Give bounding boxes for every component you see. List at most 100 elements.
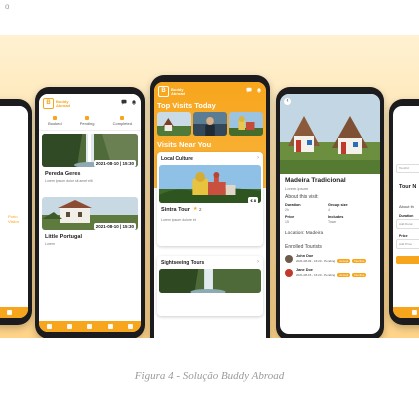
phone-create-tour-screen: Touchd Tour N About th Duration Add Dura… (393, 106, 419, 318)
nav-home-icon[interactable] (411, 310, 417, 315)
about-heading: About this visit: (285, 194, 319, 200)
pending-icon (85, 116, 90, 120)
accept-button[interactable]: Accept (337, 273, 351, 277)
phone-discover: B Buddy Abroad Top Visits Today Visits N… (150, 75, 270, 338)
price-input[interactable]: Add Price (396, 239, 419, 249)
completed-icon (120, 116, 125, 120)
price-value: 15 (285, 220, 289, 224)
card-description: Lorem (45, 242, 55, 246)
section-top-visits: Top Visits Today (157, 101, 216, 110)
brand-line-2: Abroad (171, 90, 185, 96)
nav-search-icon[interactable] (67, 324, 73, 329)
accept-button[interactable]: Accept (337, 259, 351, 263)
nav-settings-icon[interactable] (107, 324, 113, 329)
enrolled-heading: Enrolled Tourists (285, 244, 322, 250)
back-button[interactable]: ‹ (284, 98, 291, 105)
bell-icon[interactable] (256, 87, 262, 93)
tab-booked[interactable]: Booked (48, 116, 62, 130)
bottom-nav (39, 321, 141, 332)
card-title: Pereda Geres (45, 171, 81, 177)
category-chevron-icon[interactable]: › (257, 155, 259, 161)
section-near-you: Visits Near You (157, 140, 212, 149)
chat-icon[interactable] (246, 87, 252, 93)
phone-bookings-screen: B BuddyAbroad Booked Pending Completed (39, 94, 141, 332)
tour-title: Madeira Tradicional (285, 177, 346, 184)
tour-photo[interactable] (159, 269, 261, 293)
palace-image (229, 112, 263, 136)
duration-input[interactable]: Add Durat (396, 219, 419, 229)
booking-card[interactable]: 2021-08-10 | 15:30 Pereda Geres Lorem ip… (42, 134, 138, 194)
card-title: Little Portugal (45, 234, 82, 240)
sightseeing-card[interactable]: Sightseeing Tours › (157, 256, 263, 316)
duration-label: Duration (399, 214, 414, 218)
top-visit-photo[interactable] (229, 112, 263, 136)
tourist-row[interactable]: Jane Doe 2021-08-15 - 16:20 - Pending Acc… (285, 268, 376, 280)
tourist-name: John Doe (296, 254, 314, 258)
top-visit-photo[interactable] (157, 112, 191, 136)
star-icon: ★ (193, 206, 198, 212)
chat-icon[interactable] (121, 99, 127, 105)
avatar (285, 255, 293, 263)
bar-icons (121, 99, 137, 105)
tour-title: Sintra Tour (161, 207, 190, 213)
tour-rating: 2 (199, 207, 202, 212)
group-size-label: Group size (328, 203, 348, 207)
submit-button[interactable] (396, 256, 419, 264)
pena-palace-image (159, 165, 261, 203)
tourist-detail: 2021-08-09 - 16:20 - Pending Accept Declin… (296, 259, 367, 263)
tab-completed[interactable]: Completed (113, 116, 132, 130)
nav-calendar-icon[interactable] (87, 324, 93, 329)
top-visit-photo[interactable] (193, 112, 227, 136)
brand: B Buddy Abroad (158, 86, 185, 97)
booking-card[interactable]: 2021-08-10 | 15:30 Little Portugal Lorem (42, 197, 138, 257)
app-bar (0, 106, 28, 126)
phone-tour-detail: ‹ Madeira Tradicional Lorem ipsum About … (276, 87, 384, 338)
brand-line-2: Abroad (56, 102, 70, 108)
tab-pending[interactable]: Pending (80, 116, 94, 130)
phone-bookings: B BuddyAbroad Booked Pending Completed (35, 87, 145, 338)
guide-image (193, 112, 227, 136)
bell-icon[interactable] (131, 99, 137, 105)
phone-tour-detail-screen: ‹ Madeira Tradicional Lorem ipsum About … (280, 94, 380, 334)
madeira-houses-image (280, 94, 380, 174)
top-visits-carousel[interactable] (157, 112, 263, 136)
date-badge: 2021-08-10 | 15:30 (93, 160, 136, 167)
price-label: Price (399, 234, 408, 238)
nav-home-icon[interactable] (46, 324, 52, 329)
booked-icon (52, 116, 57, 120)
duration-value: 2h (285, 208, 289, 212)
bottom-nav (0, 307, 28, 318)
duration-label: Duration (285, 203, 301, 207)
touch-field[interactable]: Touchd (396, 164, 419, 173)
figure-caption: Figura 4 - Solução Buddy Abroad (134, 370, 285, 382)
decline-button[interactable]: Decline (352, 259, 367, 263)
tour-photo[interactable] (159, 165, 261, 203)
nav-icon[interactable] (6, 310, 12, 315)
side-text: Porto Visitor (8, 214, 20, 224)
nav-profile-icon[interactable] (128, 324, 134, 329)
booking-tabs: Booked Pending Completed (39, 116, 141, 131)
near-you-card[interactable]: Local Culture › € 8 Sintra Tour ★ 2 Lore… (157, 152, 263, 246)
corner-mark: o (5, 2, 10, 11)
tab-label: Completed (112, 121, 132, 126)
houses-image (157, 112, 191, 136)
card-description: Lorem ipsum dolor sit amet elit (45, 179, 93, 183)
group-size-value: 4 (328, 208, 330, 212)
brand: B Buddy Abroad (43, 98, 70, 109)
promo-banner: Porto Visitor B Buddy Abroad Booked Pendi… (0, 35, 419, 338)
price-input-placeholder: Add Price (399, 241, 413, 246)
decline-button[interactable]: Decline (352, 273, 367, 277)
category-label: Local Culture (161, 156, 193, 162)
tourist-detail-text: 2021-08-09 - 16:20 - Pending (296, 259, 336, 263)
price-label: Price (285, 215, 295, 219)
phone-create-tour: Touchd Tour N About th Duration Add Dura… (389, 99, 419, 325)
phone-discover-screen: B Buddy Abroad Top Visits Today Visits N… (154, 82, 266, 338)
form-title: Tour N (399, 184, 417, 190)
tourist-row[interactable]: John Doe 2021-08-09 - 16:20 - Pending Acc… (285, 254, 376, 266)
bottom-nav (393, 307, 419, 318)
price-badge: € 8 (248, 197, 258, 204)
touch-field-text: Touchd (399, 166, 409, 170)
tourist-detail: 2021-08-15 - 16:20 - Pending Accept Declin… (296, 273, 367, 277)
category-chevron-icon[interactable]: › (257, 259, 259, 265)
tab-label: Booked (48, 121, 62, 126)
